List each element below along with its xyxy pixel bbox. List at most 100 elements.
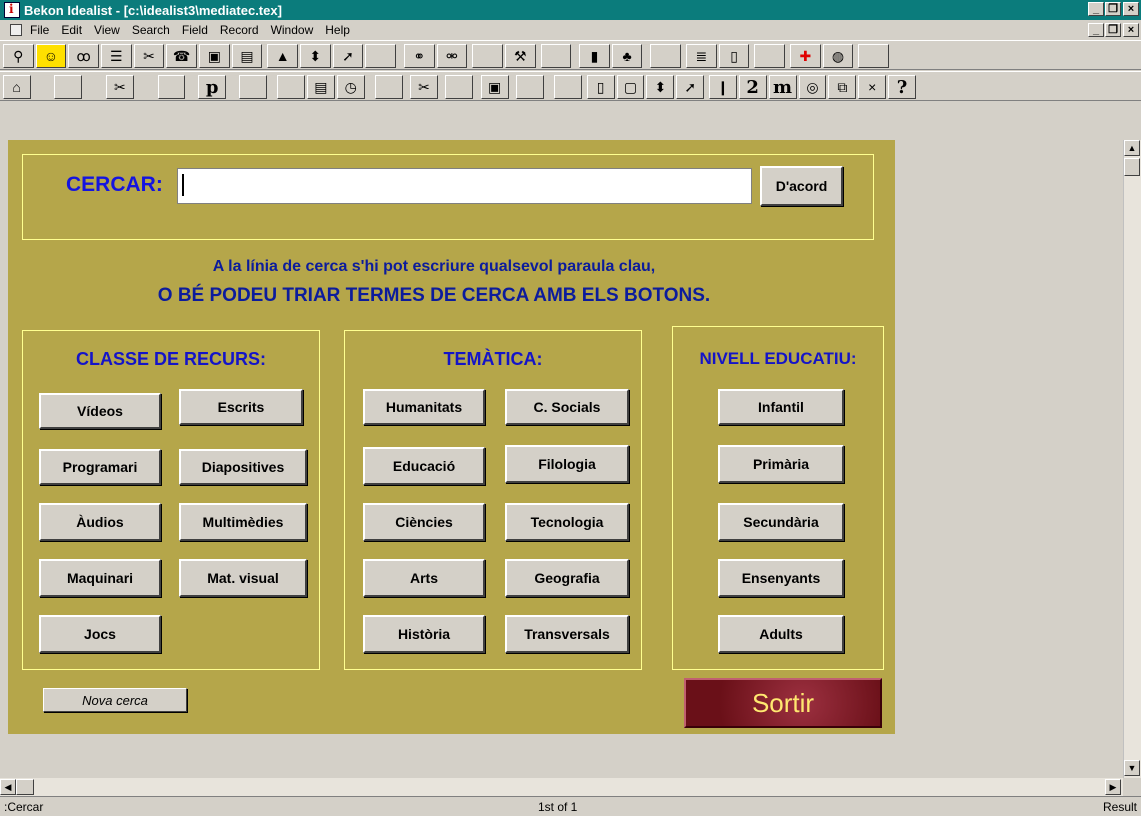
arrow-up-icon[interactable]: ▲ [267, 44, 298, 68]
exit-button[interactable]: Sortir [684, 678, 882, 728]
notes-icon[interactable]: ▯ [586, 75, 615, 99]
blank-icon[interactable] [365, 44, 396, 68]
filter-button-audios[interactable]: Àudios [39, 503, 161, 541]
smiley-icon[interactable]: ☺ [35, 44, 67, 68]
blank-icon[interactable] [858, 44, 889, 68]
pointer-icon[interactable]: ➚ [332, 44, 364, 68]
clock-icon[interactable]: ◷ [336, 75, 365, 99]
menu-file[interactable]: File [30, 23, 49, 37]
scroll-thumb[interactable] [1124, 158, 1140, 176]
wrench-icon[interactable]: ⚒ [504, 44, 536, 68]
blank-icon[interactable] [516, 75, 544, 99]
blank-icon[interactable] [445, 75, 474, 99]
minimize-button[interactable]: _ [1088, 2, 1104, 16]
scissors-icon[interactable]: ✂ [410, 75, 438, 99]
close-button[interactable]: × [1123, 2, 1139, 16]
glasses-icon[interactable]: ꝏ [68, 44, 99, 68]
filter-button-arts[interactable]: Arts [363, 559, 485, 597]
blank-icon[interactable] [277, 75, 305, 99]
search-icon[interactable]: ⚲ [2, 44, 34, 68]
link-icon[interactable]: ⚭ [403, 44, 435, 68]
filter-button-ciencies[interactable]: Ciències [363, 503, 485, 541]
save-icon[interactable]: ▣ [198, 44, 230, 68]
filter-button-infantil[interactable]: Infantil [718, 389, 844, 425]
copy-icon[interactable]: ⧉ [828, 75, 857, 99]
text-icon[interactable]: ≣ [686, 44, 717, 68]
scroll-right-icon[interactable]: ▶ [1105, 779, 1121, 795]
filter-button-tecnologia[interactable]: Tecnologia [505, 503, 629, 541]
blank-icon[interactable] [54, 75, 83, 99]
form-icon[interactable]: ▤ [231, 44, 263, 68]
menu-record[interactable]: Record [220, 23, 259, 37]
m-icon[interactable]: m [768, 75, 797, 99]
list-icon[interactable]: ☰ [100, 44, 132, 68]
document-menu-icon[interactable] [10, 24, 22, 36]
filter-button-humanitats[interactable]: Humanitats [363, 389, 485, 425]
help-icon[interactable]: ? [888, 75, 916, 99]
paragraph-icon[interactable]: p [198, 75, 227, 99]
menu-help[interactable]: Help [325, 23, 350, 37]
up-down-icon[interactable]: ⬍ [299, 44, 331, 68]
globe-icon[interactable]: ◍ [822, 44, 854, 68]
filter-button-secundaria[interactable]: Secundària [718, 503, 844, 541]
filter-button-videos[interactable]: Vídeos [39, 393, 161, 429]
doc-minimize-button[interactable]: _ [1088, 23, 1104, 37]
home-icon[interactable]: ⌂ [2, 75, 31, 99]
stack-icon[interactable]: ◎ [798, 75, 827, 99]
menu-window[interactable]: Window [271, 23, 314, 37]
filter-button-programari[interactable]: Programari [39, 449, 161, 485]
blank-icon[interactable] [650, 44, 682, 68]
filter-button-historia[interactable]: Història [363, 615, 485, 653]
tools-icon[interactable]: ✂ [133, 44, 165, 68]
filter-button-escrits[interactable]: Escrits [179, 389, 303, 425]
menu-search[interactable]: Search [132, 23, 170, 37]
scroll-left-icon[interactable]: ◀ [0, 779, 16, 795]
book-icon[interactable]: ▮ [579, 44, 610, 68]
filter-button-maquinari[interactable]: Maquinari [39, 559, 161, 597]
tools-icon[interactable]: ✂ [105, 75, 134, 99]
filter-button-filologia[interactable]: Filologia [505, 445, 629, 483]
scroll-up-icon[interactable]: ▲ [1124, 140, 1140, 156]
first-aid-icon[interactable]: ✚ [790, 44, 821, 68]
horizontal-scrollbar[interactable]: ◀ ▶ [0, 778, 1123, 796]
filter-button-c-socials[interactable]: C. Socials [505, 389, 629, 425]
filter-button-ensenyants[interactable]: Ensenyants [718, 559, 844, 597]
menu-field[interactable]: Field [182, 23, 208, 37]
filter-button-transversals[interactable]: Transversals [505, 615, 629, 653]
new-search-button[interactable]: Nova cerca [43, 688, 187, 712]
pointer-icon[interactable]: ➚ [676, 75, 705, 99]
filter-button-mat-visual[interactable]: Mat. visual [179, 559, 307, 597]
filter-button-diapositives[interactable]: Diapositives [179, 449, 307, 485]
blank-icon[interactable] [554, 75, 582, 99]
blank-icon[interactable] [239, 75, 267, 99]
blank-icon[interactable] [754, 44, 786, 68]
save-icon[interactable]: ▣ [480, 75, 509, 99]
filter-button-adults[interactable]: Adults [718, 615, 844, 653]
filter-button-multimedies[interactable]: Multimèdies [179, 503, 307, 541]
scroll-down-icon[interactable]: ▼ [1124, 760, 1140, 776]
tree-icon[interactable]: ♣ [611, 44, 643, 68]
blank-icon[interactable] [374, 75, 403, 99]
doc-close-button[interactable]: × [1123, 23, 1139, 37]
search-input[interactable] [177, 168, 752, 204]
filter-button-geografia[interactable]: Geografia [505, 559, 629, 597]
menu-view[interactable]: View [94, 23, 120, 37]
up-down-icon[interactable]: ⬍ [646, 75, 675, 99]
close-icon[interactable]: × [858, 75, 887, 99]
pencil-icon[interactable]: ❙ [708, 75, 737, 99]
notes-icon[interactable]: ▯ [718, 44, 750, 68]
ok-button[interactable]: D'acord [760, 166, 843, 206]
blank-icon[interactable] [472, 44, 503, 68]
filter-button-primaria[interactable]: Primària [718, 445, 844, 483]
form-icon[interactable]: ▤ [306, 75, 335, 99]
unlink-icon[interactable]: ⚮ [436, 44, 468, 68]
blank-icon[interactable] [157, 75, 186, 99]
app-icon[interactable] [4, 2, 20, 18]
two-icon[interactable]: 2 [738, 75, 767, 99]
filter-button-educacio[interactable]: Educació [363, 447, 485, 485]
hscroll-thumb[interactable] [16, 779, 34, 795]
doc-restore-button[interactable]: ❐ [1105, 23, 1121, 37]
restore-button[interactable]: ❐ [1105, 2, 1121, 16]
phone-icon[interactable]: ☎ [166, 44, 197, 68]
menu-edit[interactable]: Edit [61, 23, 82, 37]
